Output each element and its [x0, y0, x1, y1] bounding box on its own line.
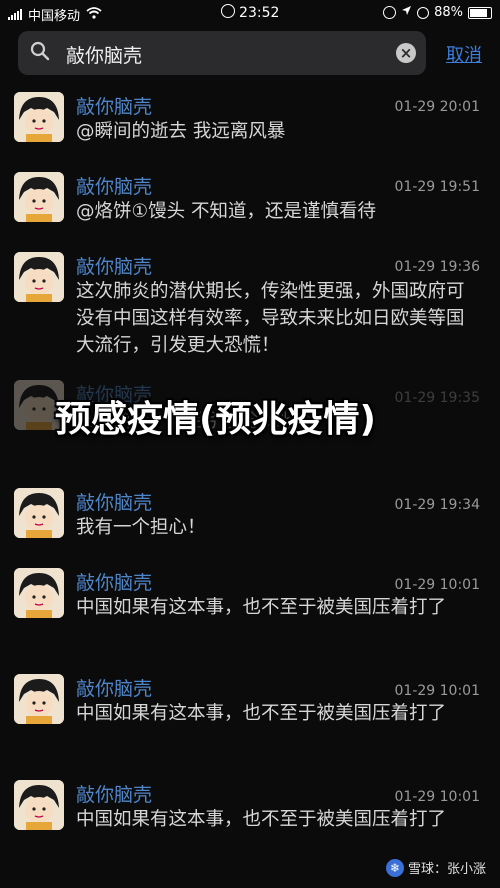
- avatar[interactable]: [14, 568, 64, 618]
- avatar[interactable]: [14, 674, 64, 724]
- avatar[interactable]: [14, 252, 64, 302]
- post-text: 中国如果有这本事，也不至于被美国压着打了: [76, 703, 447, 724]
- overlay-title: 预感疫情(预兆疫情): [55, 399, 376, 440]
- username-link[interactable]: 敲你脑壳: [76, 674, 152, 701]
- watermark-text: 雪球：张小涨: [407, 862, 486, 877]
- search-bar[interactable]: 敲你脑壳 ×: [18, 31, 426, 75]
- avatar[interactable]: [14, 92, 64, 142]
- clear-icon[interactable]: ×: [396, 43, 416, 63]
- username-link[interactable]: 敲你脑壳: [76, 92, 152, 119]
- username-link[interactable]: 敲你脑壳: [76, 252, 152, 279]
- post-text: 我有一个担心！: [76, 517, 206, 538]
- search-icon: [30, 41, 50, 61]
- status-bar: 中国移动 23:52 88%: [0, 0, 500, 26]
- status-right: 88%: [383, 5, 492, 20]
- post-text: 这次肺炎的潜伏期长，传染性更强，外国政府可没有中国这样有效率，导致未来比如日欧美…: [76, 281, 465, 356]
- snowball-logo-icon: ❄: [385, 858, 404, 877]
- orientation-lock-icon: [383, 6, 397, 19]
- avatar[interactable]: [14, 172, 64, 222]
- post-time: 01-29 19:36: [394, 259, 480, 275]
- avatar[interactable]: [14, 488, 64, 538]
- post-time: 01-29 19:34: [394, 497, 480, 513]
- search-input[interactable]: 敲你脑壳: [66, 41, 142, 68]
- post-time: 01-29 10:01: [394, 789, 480, 805]
- username-link[interactable]: 敲你脑壳: [76, 488, 152, 515]
- screen-lock-icon: [220, 4, 235, 18]
- post-text: @烙饼①馒头 不知道，还是谨慎看待: [76, 201, 376, 222]
- status-time: 23:52: [239, 5, 280, 21]
- username-link[interactable]: 敲你脑壳: [76, 172, 152, 199]
- avatar[interactable]: [14, 780, 64, 830]
- battery-icon: [468, 6, 492, 19]
- location-icon: [401, 5, 412, 20]
- post-time: 01-29 10:01: [394, 577, 480, 593]
- post-time: 01-29 10:01: [394, 683, 480, 699]
- battery-percent: 88%: [434, 5, 463, 20]
- post-text: 中国如果有这本事，也不至于被美国压着打了: [76, 597, 447, 618]
- username-link[interactable]: 敲你脑壳: [76, 568, 152, 595]
- watermark: ❄ 雪球：张小涨: [385, 858, 486, 877]
- post-time: 01-29 20:01: [394, 99, 480, 115]
- username-link[interactable]: 敲你脑壳: [76, 780, 152, 807]
- post-text: 中国如果有这本事，也不至于被美国压着打了: [76, 809, 447, 830]
- alarm-icon: [417, 6, 430, 19]
- post-time: 01-29 19:51: [394, 179, 480, 195]
- post-text: @瞬间的逝去 我远离风暴: [76, 121, 286, 142]
- cancel-button[interactable]: 取消: [446, 41, 482, 67]
